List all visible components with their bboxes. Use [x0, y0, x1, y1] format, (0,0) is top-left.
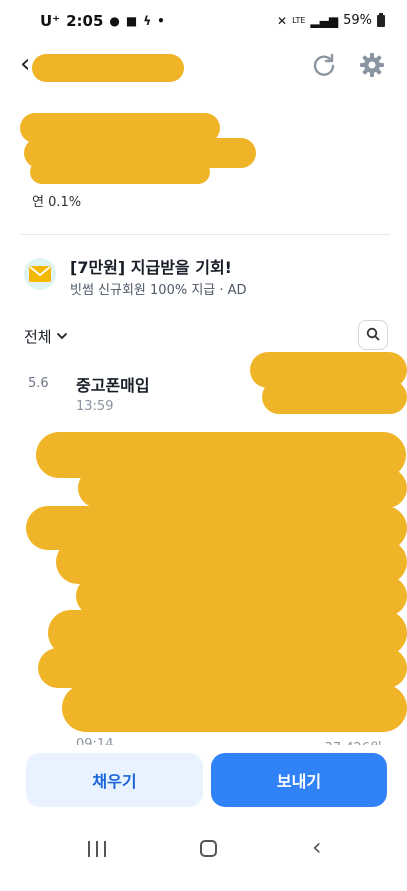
ad-banner[interactable]: [7만원] 지급받을 기회! 빗썸 신규회원 100% 지급 · AD — [24, 252, 384, 302]
signal-icon: ▂▄▆ — [310, 13, 339, 28]
app-header: ‹ — [0, 44, 407, 88]
chevron-down-icon — [56, 328, 68, 346]
transaction-date: 5.6 — [28, 376, 49, 391]
message-icon: ■ — [125, 14, 138, 28]
ad-subtitle: 빗썸 신규회원 100% 지급 · AD — [70, 283, 247, 298]
transaction-name: 중고폰매입 — [76, 376, 150, 395]
mute-icon: ✕ — [277, 13, 288, 28]
redacted-account-name — [32, 54, 184, 82]
recents-icon[interactable] — [88, 841, 106, 857]
battery-label: 59% — [343, 13, 372, 28]
interest-rate: 연 0.1% — [32, 195, 82, 210]
filter-row: 전체 — [24, 320, 388, 350]
gear-icon[interactable] — [359, 52, 385, 78]
redacted-amount — [262, 380, 407, 414]
system-nav-bar: ‹ — [0, 825, 407, 875]
ad-title: [7만원] 지급받을 기회! — [70, 258, 232, 277]
bolt-icon: ϟ — [143, 14, 152, 28]
search-icon — [366, 326, 380, 345]
network-label: LTE — [292, 16, 306, 25]
clock: 2:05 — [66, 12, 104, 30]
transaction-time: 13:59 — [76, 399, 114, 414]
fill-button[interactable]: 채우기 — [26, 753, 203, 807]
redacted-transactions — [38, 648, 407, 688]
envelope-icon — [24, 258, 56, 290]
notification-icon: ● — [109, 14, 120, 28]
status-left: U⁺ 2:05 ● ■ ϟ • — [40, 12, 165, 30]
status-bar: U⁺ 2:05 ● ■ ϟ • ✕ LTE ▂▄▆ 59% — [0, 0, 407, 40]
carrier-label: U⁺ — [40, 12, 61, 30]
filter-label: 전체 — [24, 328, 52, 346]
filter-dropdown[interactable]: 전체 — [24, 326, 68, 347]
dot-icon: • — [157, 14, 165, 28]
status-right: ✕ LTE ▂▄▆ 59% — [277, 12, 385, 28]
redacted-transactions — [78, 468, 407, 508]
back-icon[interactable]: ‹ — [312, 833, 322, 861]
redacted-balance — [30, 160, 210, 184]
refresh-icon[interactable] — [311, 52, 337, 78]
bottom-action-bar: 채우기 보내기 — [0, 745, 407, 815]
battery-icon — [377, 12, 385, 27]
home-icon[interactable] — [200, 840, 217, 857]
send-button[interactable]: 보내기 — [211, 753, 387, 807]
divider — [20, 234, 390, 235]
search-button[interactable] — [358, 320, 388, 350]
